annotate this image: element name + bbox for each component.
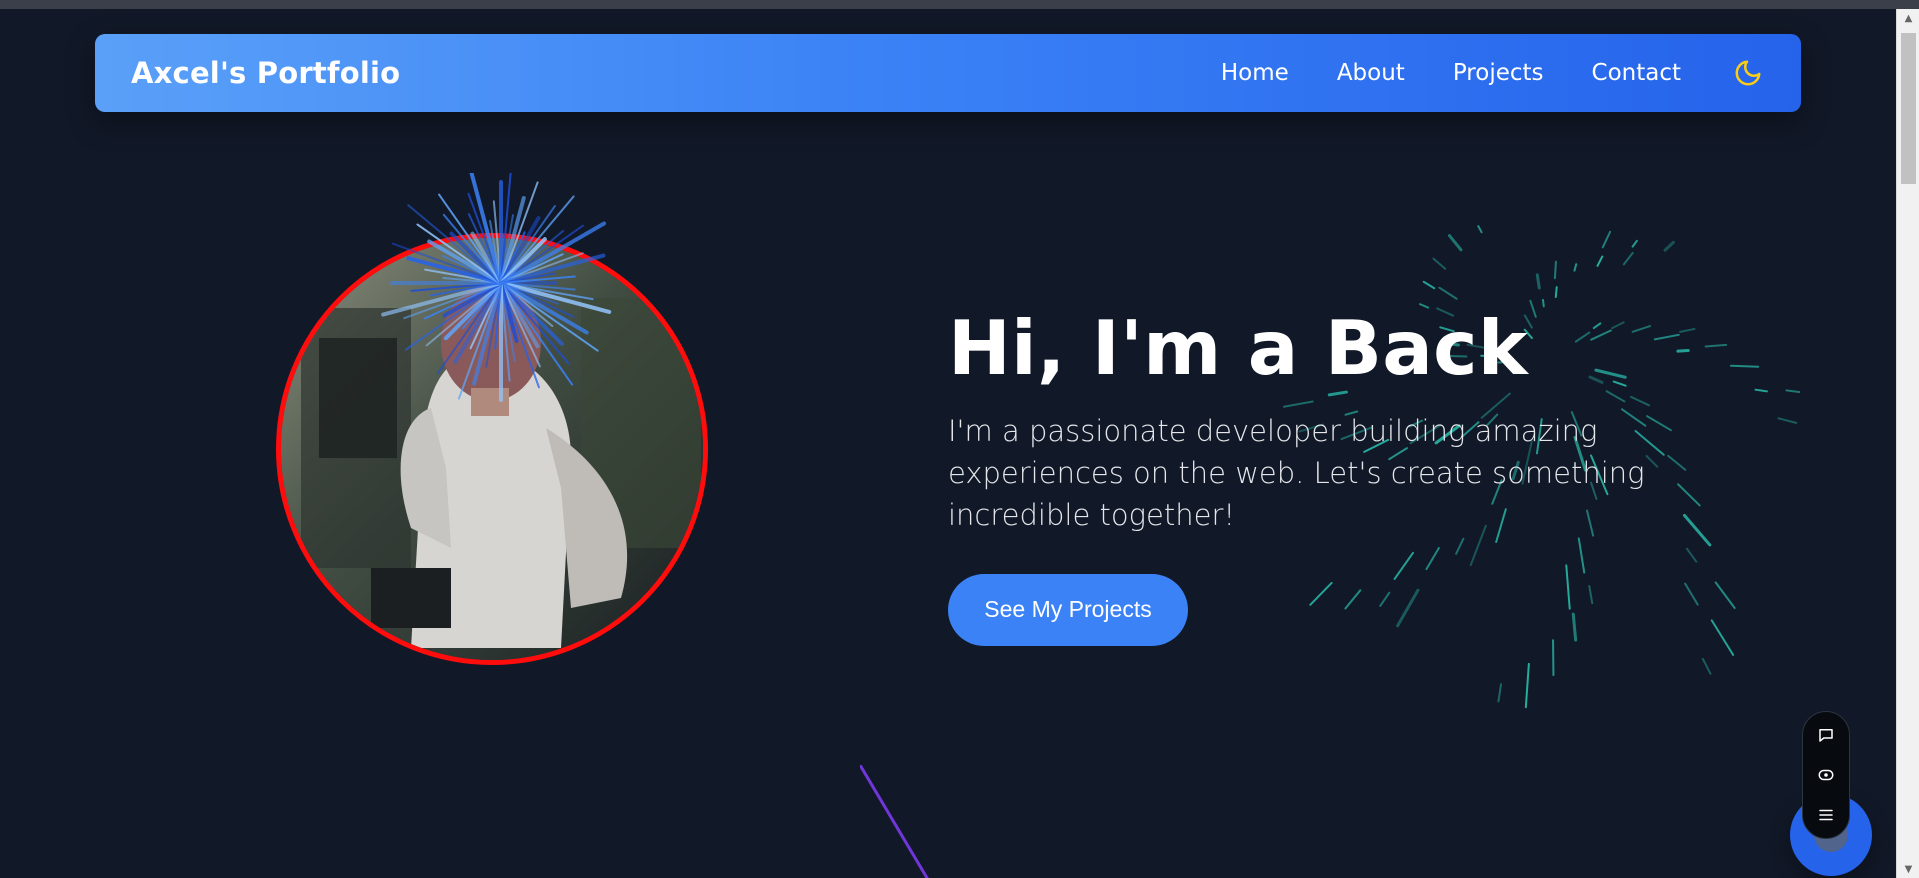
spark-particle: [1447, 234, 1463, 252]
spark-particle: [1422, 280, 1436, 290]
photo-illustration: [281, 238, 703, 660]
spark-particle: [1535, 273, 1541, 290]
hero-title: Hi, I'm a Back: [948, 304, 1528, 392]
eye-icon[interactable]: [1815, 764, 1837, 786]
spark-particle: [1663, 240, 1675, 252]
spark-particle: [1596, 255, 1604, 267]
menu-icon[interactable]: [1815, 804, 1837, 826]
see-my-projects-button[interactable]: See My Projects: [948, 573, 1188, 646]
spark-particle: [1601, 230, 1612, 249]
spark-particle: [1541, 298, 1545, 308]
spark-particle: [1777, 417, 1798, 424]
theme-toggle[interactable]: [1731, 56, 1765, 90]
background-streak: [860, 765, 929, 878]
spark-particle: [1438, 286, 1458, 300]
profile-photo: [276, 233, 708, 665]
nav-link-projects[interactable]: Projects: [1453, 60, 1544, 86]
floating-menu: [1802, 711, 1850, 839]
nav-link-about[interactable]: About: [1337, 60, 1405, 86]
spark-particle: [1573, 263, 1578, 272]
moon-icon: [1735, 60, 1761, 86]
browser-top-line: [0, 0, 1919, 9]
scroll-up-icon[interactable]: ▲: [1897, 9, 1919, 27]
page: Axcel's Portfolio Home About Projects Co…: [0, 9, 1896, 878]
spark-particle: [1701, 657, 1712, 675]
scroll-thumb[interactable]: [1901, 33, 1916, 184]
spark-particle: [1432, 257, 1447, 270]
spark-particle: [1554, 286, 1558, 298]
chat-icon[interactable]: [1815, 724, 1837, 746]
spark-particle: [1622, 251, 1634, 266]
nav-link-home[interactable]: Home: [1221, 60, 1289, 86]
navbar: Axcel's Portfolio Home About Projects Co…: [95, 34, 1801, 112]
hero-text: Hi, I'm a Back I'm a passionate develope…: [948, 309, 1768, 646]
nav-links: Home About Projects Contact: [1221, 56, 1765, 90]
spark-particle: [1553, 260, 1557, 280]
vertical-scrollbar[interactable]: ▲ ▼: [1896, 9, 1919, 878]
hero-avatar-section: [276, 173, 708, 665]
spark-particle: [1524, 662, 1530, 709]
spark-particle: [1631, 239, 1638, 248]
spark-particle: [1785, 389, 1800, 394]
scroll-down-icon[interactable]: ▼: [1897, 860, 1919, 878]
nav-link-contact[interactable]: Contact: [1592, 60, 1681, 86]
spark-particle: [1497, 683, 1503, 703]
hero-subtitle: I'm a passionate developer building amaz…: [948, 413, 1645, 532]
spark-particle: [1477, 225, 1483, 234]
brand-logo[interactable]: Axcel's Portfolio: [131, 56, 400, 90]
